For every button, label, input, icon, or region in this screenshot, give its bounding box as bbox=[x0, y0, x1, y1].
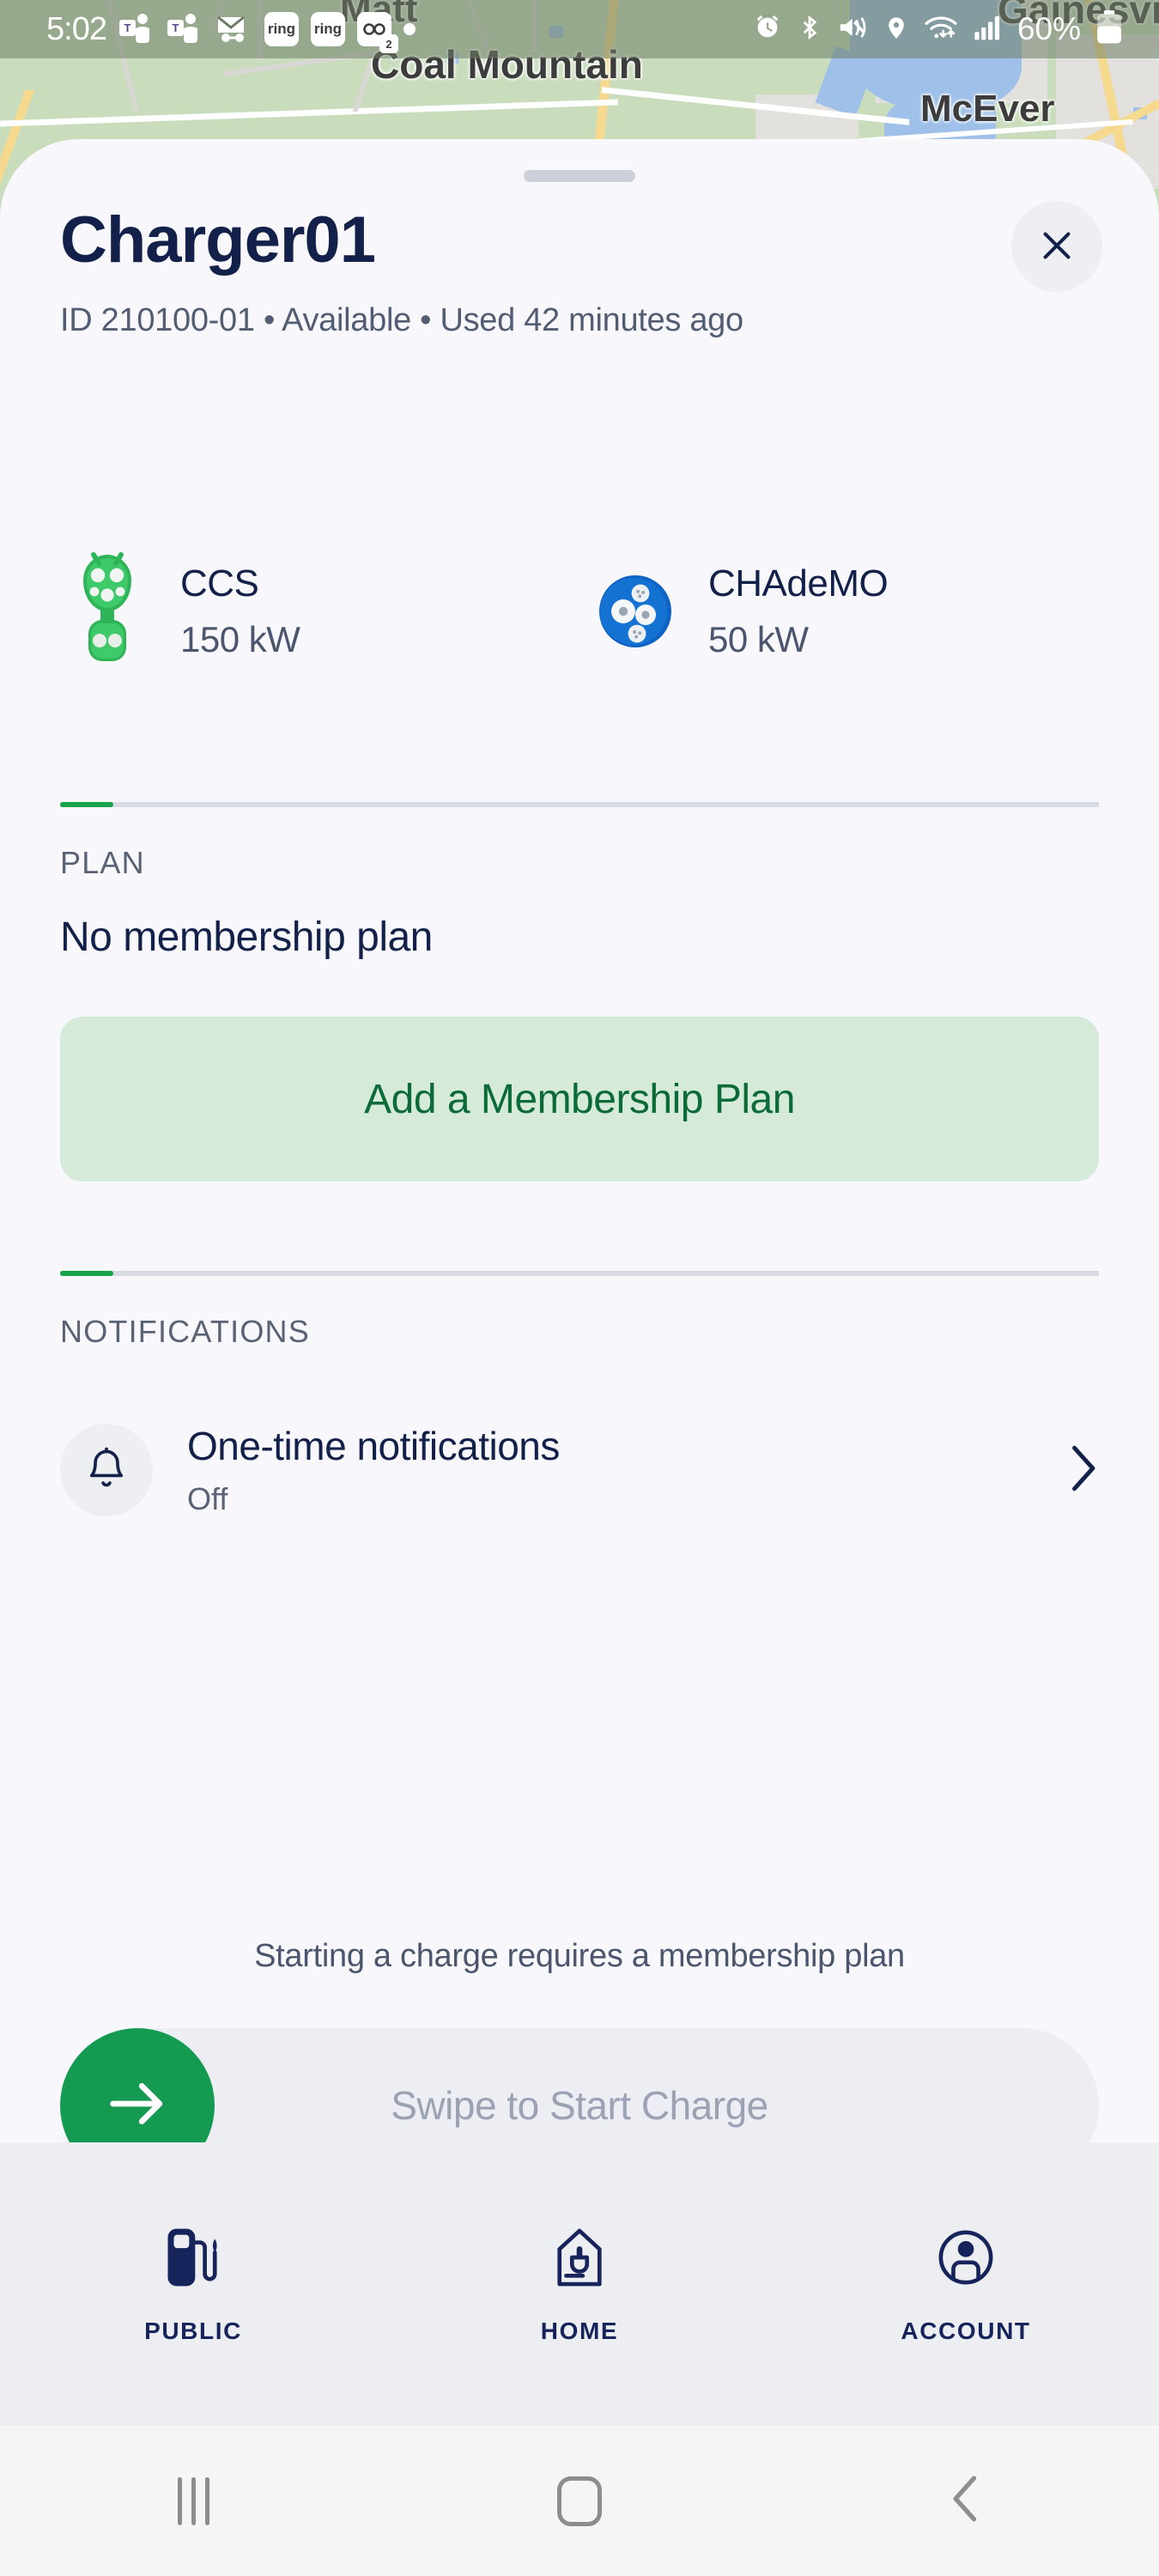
status-bar-left: 5:02 T T ring ring 2 bbox=[0, 10, 416, 53]
plan-divider bbox=[60, 802, 1099, 807]
charger-detail-sheet: Charger01 ID 210100-01 • Available • Use… bbox=[0, 139, 1159, 2183]
mute-vibrate-icon bbox=[837, 14, 870, 46]
connector-chademo: CHAdeMO 50 kW bbox=[588, 551, 889, 671]
recents-button[interactable] bbox=[0, 2426, 386, 2576]
close-icon bbox=[1037, 226, 1077, 268]
swipe-hint-text: Starting a charge requires a membership … bbox=[254, 1938, 905, 1974]
chademo-connector-icon bbox=[588, 570, 683, 653]
android-navigation-bar bbox=[0, 2426, 1159, 2576]
bell-icon bbox=[60, 1424, 153, 1516]
wifi-icon bbox=[923, 13, 959, 46]
status-clock: 5:02 bbox=[46, 10, 107, 47]
status-bar: 5:02 T T ring ring 2 60% bbox=[0, 0, 1159, 58]
charging-pump-icon bbox=[165, 2224, 221, 2295]
chevron-right-icon[interactable] bbox=[1066, 1442, 1099, 1499]
teams-icon: T bbox=[118, 12, 155, 46]
tab-label: ACCOUNT bbox=[901, 2317, 1031, 2344]
connector-name: CHAdeMO bbox=[708, 562, 889, 605]
plan-section-label: PLAN bbox=[60, 845, 145, 880]
sheet-header: Charger01 ID 210100-01 • Available • Use… bbox=[60, 201, 1102, 339]
mail-icon bbox=[215, 12, 252, 47]
add-membership-plan-button[interactable]: Add a Membership Plan bbox=[60, 1017, 1099, 1182]
ccs-connector-icon bbox=[60, 551, 155, 671]
ring-icon: ring bbox=[264, 12, 299, 46]
location-icon bbox=[884, 13, 908, 46]
back-chevron-icon bbox=[949, 2472, 983, 2530]
bottom-tab-bar: PUBLIC HOME ACCOUNT bbox=[0, 2142, 1159, 2426]
account-person-icon bbox=[938, 2224, 994, 2295]
drag-handle[interactable] bbox=[524, 170, 635, 182]
battery-percent: 60% bbox=[1016, 11, 1081, 46]
alarm-icon bbox=[753, 13, 782, 46]
ring-icon: ring bbox=[310, 12, 345, 46]
dot-indicator bbox=[403, 23, 416, 35]
connector-power: 50 kW bbox=[708, 619, 809, 660]
home-plug-icon bbox=[551, 2224, 608, 2295]
map-label-mcever: McEver bbox=[920, 88, 1055, 130]
one-time-notifications-row[interactable]: One-time notifications Off bbox=[60, 1401, 1099, 1539]
tab-account[interactable]: ACCOUNT bbox=[773, 2142, 1159, 2426]
connector-ccs-text: CCS 150 kW bbox=[180, 562, 300, 661]
back-button[interactable] bbox=[773, 2426, 1159, 2576]
cellular-signal-icon bbox=[974, 14, 1003, 46]
notification-status: Off bbox=[187, 1481, 228, 1516]
arrow-right-icon bbox=[104, 2077, 171, 2135]
connector-power: 150 kW bbox=[180, 619, 300, 660]
connector-name: CCS bbox=[180, 562, 259, 605]
notifications-section-label: NOTIFICATIONS bbox=[60, 1314, 310, 1349]
svg-text:T: T bbox=[124, 21, 130, 34]
close-button[interactable] bbox=[1011, 201, 1102, 292]
notification-badge: 2 bbox=[379, 34, 398, 53]
teams-icon: T bbox=[167, 12, 203, 46]
connector-chademo-text: CHAdeMO 50 kW bbox=[708, 562, 889, 661]
notification-title: One-time notifications bbox=[187, 1424, 560, 1468]
recents-icon bbox=[177, 2476, 209, 2525]
notification-text: One-time notifications Off bbox=[187, 1423, 560, 1517]
tab-public[interactable]: PUBLIC bbox=[0, 2142, 386, 2426]
status-bar-right: 60% bbox=[753, 9, 1159, 49]
battery-icon bbox=[1095, 9, 1123, 49]
connector-list: CCS 150 kW CHAdeMO 50 kW bbox=[60, 551, 1099, 671]
connector-ccs: CCS 150 kW bbox=[60, 551, 588, 671]
charger-meta: ID 210100-01 • Available • Used 42 minut… bbox=[60, 302, 743, 338]
notifications-divider bbox=[60, 1271, 1099, 1276]
home-square-icon bbox=[557, 2476, 602, 2526]
tab-label: PUBLIC bbox=[144, 2317, 242, 2344]
svg-text:T: T bbox=[172, 21, 179, 34]
home-button[interactable] bbox=[386, 2426, 773, 2576]
plan-value: No membership plan bbox=[60, 914, 433, 960]
bluetooth-icon bbox=[797, 13, 822, 46]
tab-label: HOME bbox=[540, 2317, 619, 2344]
tab-home[interactable]: HOME bbox=[386, 2142, 773, 2426]
page-title: Charger01 bbox=[60, 204, 376, 276]
